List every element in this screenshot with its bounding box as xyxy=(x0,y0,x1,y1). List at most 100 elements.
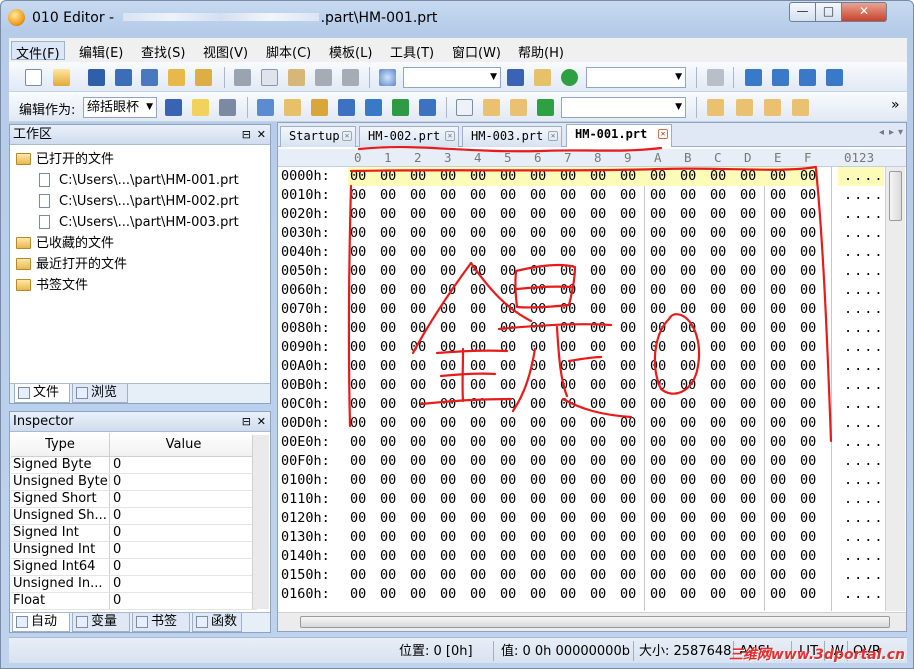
ascii-text[interactable]: .... xyxy=(844,471,884,490)
hex-byte[interactable]: 00 xyxy=(350,338,374,357)
menu-help[interactable]: 帮助(H) xyxy=(514,41,568,61)
hex-byte[interactable]: 00 xyxy=(740,395,764,414)
hex-byte[interactable]: 00 xyxy=(740,414,764,433)
hex-byte[interactable]: 00 xyxy=(680,414,704,433)
hex-byte[interactable]: 00 xyxy=(770,414,794,433)
hex-byte[interactable]: 00 xyxy=(560,319,584,338)
scroll-thumb[interactable] xyxy=(889,171,902,221)
hex-byte[interactable]: 00 xyxy=(530,433,554,452)
paste-icon[interactable] xyxy=(288,69,305,86)
hex-byte[interactable]: 00 xyxy=(620,243,644,262)
hex-byte[interactable]: 00 xyxy=(680,471,704,490)
hex-byte[interactable]: 00 xyxy=(560,471,584,490)
hex-byte[interactable]: 00 xyxy=(800,566,824,585)
hex-byte[interactable]: 00 xyxy=(770,300,794,319)
pin-icon[interactable]: ⊟ xyxy=(242,412,251,432)
hex-byte[interactable]: 00 xyxy=(410,414,434,433)
hex-byte[interactable]: 00 xyxy=(440,585,464,604)
tree-bookmarks[interactable]: 书签文件 xyxy=(14,275,266,296)
hex-byte[interactable]: 00 xyxy=(530,547,554,566)
hex-byte[interactable]: 00 xyxy=(410,243,434,262)
col-value-header[interactable]: Value xyxy=(110,433,257,456)
inspector-row[interactable]: Unsigned In... 0 xyxy=(11,576,257,593)
hex-byte[interactable]: 00 xyxy=(770,186,794,205)
ascii-text[interactable]: .... xyxy=(844,319,884,338)
hex-byte[interactable]: 00 xyxy=(650,243,674,262)
inspector-value[interactable]: 0 xyxy=(110,491,121,507)
hex-byte[interactable]: 00 xyxy=(410,300,434,319)
hex-byte[interactable]: 00 xyxy=(410,338,434,357)
hex-byte[interactable]: 00 xyxy=(740,433,764,452)
ascii-text[interactable]: .... xyxy=(844,281,884,300)
hex-row[interactable]: 0050h: 00 00 00 00 00 00 00 00 00 00 00 00 00 00 00 00..… xyxy=(278,262,884,281)
hex-byte[interactable]: 00 xyxy=(620,471,644,490)
hex-byte[interactable]: 00 xyxy=(650,585,674,604)
hex-byte[interactable]: 00 xyxy=(410,471,434,490)
hex-byte[interactable]: 00 xyxy=(440,528,464,547)
cut-icon[interactable] xyxy=(234,69,251,86)
hex-byte[interactable]: 00 xyxy=(470,490,494,509)
hex-byte[interactable]: 00 xyxy=(650,452,674,471)
hex-byte[interactable]: 00 xyxy=(590,319,614,338)
hex-byte[interactable]: 00 xyxy=(710,262,734,281)
hex-byte[interactable]: 00 xyxy=(710,433,734,452)
hex-byte[interactable]: 00 xyxy=(440,300,464,319)
hex-byte[interactable]: 00 xyxy=(590,452,614,471)
hex-byte[interactable]: 00 xyxy=(470,547,494,566)
hex-byte[interactable]: 00 xyxy=(530,566,554,585)
hex-byte[interactable]: 00 xyxy=(620,395,644,414)
hex-byte[interactable]: 00 xyxy=(440,547,464,566)
hex-byte[interactable]: 00 xyxy=(680,243,704,262)
hex-byte[interactable]: 00 xyxy=(500,490,524,509)
hex-byte[interactable]: 00 xyxy=(530,414,554,433)
hex-byte[interactable]: 00 xyxy=(800,395,824,414)
redo-icon[interactable] xyxy=(342,69,359,86)
hex-byte[interactable]: 00 xyxy=(470,224,494,243)
hex-row[interactable]: 0060h: 00 00 00 00 00 00 00 00 00 00 00 00 00 00 00 00..… xyxy=(278,281,884,300)
hex-row[interactable]: 00F0h: 00 00 00 00 00 00 00 00 00 00 00 00 00 00 00 00..… xyxy=(278,452,884,471)
hex-byte[interactable]: 00 xyxy=(770,585,794,604)
hex-byte[interactable]: 00 xyxy=(500,452,524,471)
hex-byte[interactable]: 00 xyxy=(770,357,794,376)
hex-byte[interactable]: 00 xyxy=(530,585,554,604)
hex-byte[interactable]: 00 xyxy=(470,566,494,585)
hex-byte[interactable]: 00 xyxy=(620,547,644,566)
tab-variables[interactable]: 变量 xyxy=(72,613,130,632)
hex-byte[interactable]: 00 xyxy=(650,300,674,319)
hex-row[interactable]: 00E0h: 00 00 00 00 00 00 00 00 00 00 00 00 00 00 00 00..… xyxy=(278,433,884,452)
ascii-text[interactable]: .... xyxy=(844,528,884,547)
ascii-text[interactable]: .... xyxy=(844,224,884,243)
hex-byte[interactable]: 00 xyxy=(470,376,494,395)
hex-byte[interactable]: 00 xyxy=(620,528,644,547)
bookmark-flag-icon[interactable] xyxy=(745,69,762,86)
inspector-row[interactable]: Unsigned Int 0 xyxy=(11,542,257,559)
hex-byte[interactable]: 00 xyxy=(380,490,404,509)
save-all-icon[interactable] xyxy=(141,69,158,86)
goto-icon[interactable] xyxy=(561,69,578,86)
hex-grid[interactable]: 0000h: 00 00 00 00 00 00 00 00 00 00 00 00 00 00 00 00..… xyxy=(278,167,884,611)
hex-byte[interactable]: 00 xyxy=(770,167,794,186)
inspector-value[interactable]: 0 xyxy=(110,508,121,524)
edit-as-select[interactable]: 缔括眼杯 ▼ xyxy=(83,97,157,118)
hex-byte[interactable]: 00 xyxy=(380,243,404,262)
hex-byte[interactable]: 00 xyxy=(710,281,734,300)
bookmark-next-icon[interactable] xyxy=(772,69,789,86)
close-tab-icon[interactable]: ✕ xyxy=(445,131,455,141)
hex-byte[interactable]: 00 xyxy=(470,338,494,357)
hex-byte[interactable]: 00 xyxy=(380,547,404,566)
hex-byte[interactable]: 00 xyxy=(500,585,524,604)
hex-byte[interactable]: 00 xyxy=(530,167,554,186)
hex-row[interactable]: 0110h: 00 00 00 00 00 00 00 00 00 00 00 00 00 00 00 00..… xyxy=(278,490,884,509)
hex-row[interactable]: 0020h: 00 00 00 00 00 00 00 00 00 00 00 00 00 00 00 00..… xyxy=(278,205,884,224)
inspector-row[interactable]: Float 0 xyxy=(11,593,257,610)
hex-byte[interactable]: 00 xyxy=(470,528,494,547)
hex-byte[interactable]: 00 xyxy=(530,490,554,509)
hex-byte[interactable]: 00 xyxy=(800,319,824,338)
hex-byte[interactable]: 00 xyxy=(350,357,374,376)
hex-byte[interactable]: 00 xyxy=(740,528,764,547)
hex-byte[interactable]: 00 xyxy=(770,433,794,452)
hex-byte[interactable]: 00 xyxy=(530,319,554,338)
hex-byte[interactable]: 00 xyxy=(620,300,644,319)
hex-byte[interactable]: 00 xyxy=(740,566,764,585)
hex-byte[interactable]: 00 xyxy=(590,490,614,509)
